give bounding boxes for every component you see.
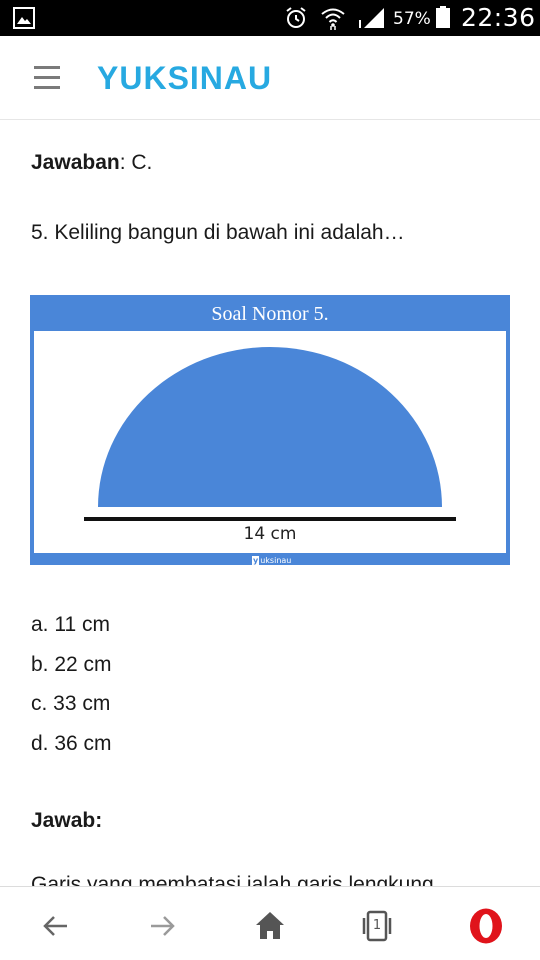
- question-figure: Soal Nomor 5. 14 cm y uksinau: [30, 295, 510, 565]
- back-arrow-icon[interactable]: [39, 909, 73, 943]
- status-bar: 57% 22:36: [0, 0, 540, 36]
- opera-icon[interactable]: [468, 907, 504, 945]
- battery-percent: 57%: [393, 9, 431, 29]
- article-content: Jawaban: C. 5. Keliling bangun di bawah …: [0, 121, 540, 886]
- clock: 22:36: [461, 3, 536, 32]
- home-icon[interactable]: [253, 909, 287, 943]
- answer-line: Jawaban: C.: [31, 151, 152, 175]
- option-b: b. 22 cm: [31, 652, 112, 676]
- site-logo[interactable]: YUKSINAU: [97, 60, 272, 97]
- alarm-icon: [286, 7, 306, 28]
- diameter-label: 14 cm: [243, 524, 297, 544]
- gallery-icon: [13, 7, 35, 29]
- answer-label: Jawaban: [31, 151, 120, 174]
- question-text: 5. Keliling bangun di bawah ini adalah…: [31, 221, 405, 244]
- battery-icon: [436, 6, 450, 28]
- signal-icon: [359, 8, 384, 28]
- option-c: c. 33 cm: [31, 692, 111, 715]
- figure-canvas: 14 cm: [34, 331, 506, 553]
- app-header: YUKSINAU: [0, 36, 540, 120]
- browser-bottom-nav: 1: [0, 886, 540, 960]
- figure-title: Soal Nomor 5.: [211, 303, 329, 325]
- answer-value: : C.: [119, 151, 153, 174]
- semicircle-shape: [98, 347, 442, 507]
- answer-options: a. 11 cm b. 22 cm c. 33 cm d. 36 cm: [31, 611, 112, 769]
- wifi-icon: [321, 8, 345, 30]
- hamburger-menu-icon[interactable]: [34, 66, 62, 90]
- watermark-logo: y uksinau: [252, 556, 292, 565]
- option-a: a. 11 cm: [31, 613, 110, 636]
- forward-arrow-icon[interactable]: [145, 909, 179, 943]
- tabs-icon[interactable]: 1: [360, 909, 394, 943]
- semicircle-diagram: [84, 347, 456, 521]
- tab-count: 1: [372, 918, 382, 933]
- solution-heading: Jawab:: [31, 809, 103, 832]
- solution-text: Garis yang membatasi ialah garis lengkun…: [31, 873, 434, 886]
- option-d: d. 36 cm: [31, 731, 112, 755]
